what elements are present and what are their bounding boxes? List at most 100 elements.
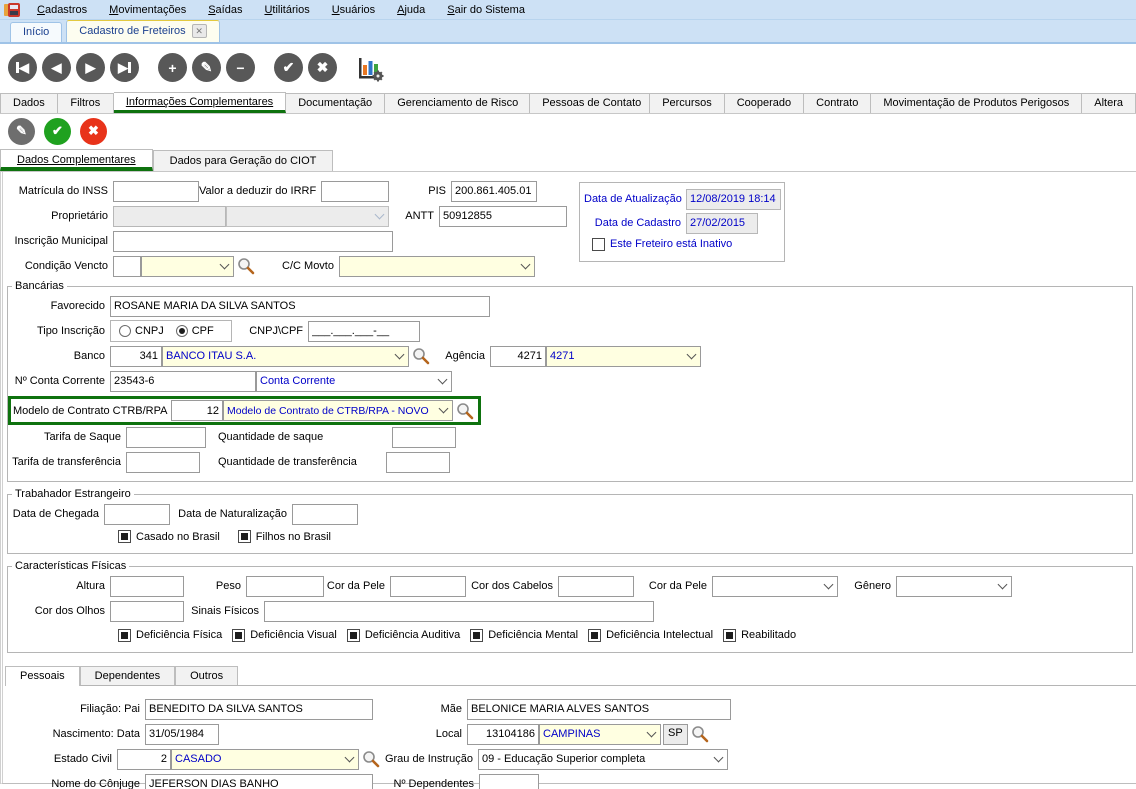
banco-code-field[interactable] xyxy=(110,346,162,367)
local-cidade-value: CAMPINAS xyxy=(543,728,644,740)
data-chegada-field[interactable] xyxy=(104,504,170,525)
cancel-icon[interactable]: ✖ xyxy=(308,53,337,82)
matricula-inss-field[interactable] xyxy=(113,181,199,202)
favorecido-field[interactable] xyxy=(110,296,490,317)
genero-combo[interactable] xyxy=(896,576,1012,597)
menu-usuarios[interactable]: Usuários xyxy=(321,2,386,18)
tab-filtros[interactable]: Filtros xyxy=(58,93,114,113)
agencia-code-field[interactable] xyxy=(490,346,546,367)
cnpj-radio[interactable] xyxy=(119,325,131,337)
nascimento-field[interactable] xyxy=(145,724,219,745)
grau-instrucao-combo[interactable]: 09 - Educação Superior completa xyxy=(478,749,728,770)
sinais-fisicos-field[interactable] xyxy=(264,601,654,622)
deficiencia-fisica-checkbox[interactable] xyxy=(118,629,131,642)
qtd-saque-field[interactable] xyxy=(392,427,456,448)
tab-documentacao[interactable]: Documentação xyxy=(286,93,385,113)
remove-icon[interactable]: − xyxy=(226,53,255,82)
tab-gerenciamento-risco[interactable]: Gerenciamento de Risco xyxy=(385,93,530,113)
tipo-conta-combo[interactable]: Conta Corrente xyxy=(256,371,452,392)
deficiencia-auditiva-checkbox[interactable] xyxy=(347,629,360,642)
peso-field[interactable] xyxy=(246,576,324,597)
condicao-vencto-code-field[interactable] xyxy=(113,256,141,277)
tab-dependentes[interactable]: Dependentes xyxy=(80,666,175,685)
local-code-field[interactable] xyxy=(467,724,539,745)
tab-pessoas-contato[interactable]: Pessoas de Contato xyxy=(530,93,650,113)
tab-dados[interactable]: Dados xyxy=(0,93,58,113)
first-record-icon[interactable]: ◀ xyxy=(8,53,37,82)
inscricao-municipal-field[interactable] xyxy=(113,231,393,252)
cancel-x-icon[interactable]: ✖ xyxy=(80,118,107,145)
save-check-icon[interactable]: ✔ xyxy=(44,118,71,145)
menu-ajuda[interactable]: Ajuda xyxy=(386,2,436,18)
antt-field[interactable] xyxy=(439,206,567,227)
tab-alteracoes[interactable]: Altera xyxy=(1082,93,1136,113)
close-tab-icon[interactable]: ✕ xyxy=(192,24,207,38)
menu-sair[interactable]: Sair do Sistema xyxy=(436,2,536,18)
deficiencia-intelectual-checkbox[interactable] xyxy=(588,629,601,642)
qtd-transferencia-field[interactable] xyxy=(386,452,450,473)
casado-brasil-checkbox[interactable] xyxy=(118,530,131,543)
tab-dados-complementares[interactable]: Dados Complementares xyxy=(0,149,153,171)
modelo-contrato-code-field[interactable] xyxy=(171,400,223,421)
edit-pencil-icon[interactable]: ✎ xyxy=(8,118,35,145)
cc-movto-combo[interactable] xyxy=(339,256,535,277)
tab-percursos[interactable]: Percursos xyxy=(650,93,725,113)
deficiencia-mental-checkbox[interactable] xyxy=(470,629,483,642)
last-record-icon[interactable]: ▶ xyxy=(110,53,139,82)
menu-cadastros[interactable]: Cadastros xyxy=(26,2,98,18)
mae-field[interactable] xyxy=(467,699,731,720)
tab-dados-ciot[interactable]: Dados para Geração do CIOT xyxy=(153,150,334,171)
local-cidade-combo[interactable]: CAMPINAS xyxy=(539,724,661,745)
menu-movimentacoes[interactable]: Movimentações xyxy=(98,2,197,18)
tarifa-saque-field[interactable] xyxy=(126,427,206,448)
pis-field[interactable] xyxy=(451,181,537,202)
condicao-vencto-combo[interactable] xyxy=(141,256,234,277)
window-tab-inicio[interactable]: Início xyxy=(10,22,62,42)
tab-informacoes-complementares[interactable]: Informações Complementares xyxy=(114,92,286,113)
reabilitado-checkbox[interactable] xyxy=(723,629,736,642)
tarifa-transferencia-field[interactable] xyxy=(126,452,200,473)
edit-icon[interactable]: ✎ xyxy=(192,53,221,82)
cor-olhos-field[interactable] xyxy=(110,601,184,622)
tab-contrato[interactable]: Contrato xyxy=(804,93,871,113)
search-magnifier-icon[interactable] xyxy=(412,347,430,365)
previous-record-icon[interactable]: ◀ xyxy=(42,53,71,82)
conta-corrente-field[interactable] xyxy=(110,371,256,392)
menu-utilitarios[interactable]: Utilitários xyxy=(253,2,320,18)
estado-civil-combo[interactable]: CASADO xyxy=(171,749,359,770)
chart-settings-icon[interactable] xyxy=(356,54,384,82)
conjuge-field[interactable] xyxy=(145,774,373,789)
irrf-field[interactable] xyxy=(321,181,389,202)
pai-field[interactable] xyxy=(145,699,373,720)
cpf-radio[interactable] xyxy=(176,325,188,337)
filhos-brasil-checkbox[interactable] xyxy=(238,530,251,543)
freteiro-inativo-checkbox[interactable] xyxy=(592,238,605,251)
cor-cabelos-field[interactable] xyxy=(558,576,634,597)
deficiencia-mental-label: Deficiência Mental xyxy=(488,629,578,641)
menu-saidas[interactable]: Saídas xyxy=(197,2,253,18)
confirm-icon[interactable]: ✔ xyxy=(274,53,303,82)
deficiencia-visual-checkbox[interactable] xyxy=(232,629,245,642)
estado-civil-code-field[interactable] xyxy=(117,749,171,770)
window-tab-cadastro-freteiros[interactable]: Cadastro de Freteiros ✕ xyxy=(66,20,219,42)
tab-pessoais[interactable]: Pessoais xyxy=(5,666,80,686)
add-icon[interactable]: + xyxy=(158,53,187,82)
search-magnifier-icon[interactable] xyxy=(362,750,380,768)
tab-outros[interactable]: Outros xyxy=(175,666,238,685)
search-magnifier-icon[interactable] xyxy=(456,402,474,420)
next-record-icon[interactable]: ▶ xyxy=(76,53,105,82)
tab-cooperado[interactable]: Cooperado xyxy=(725,93,804,113)
cor-pele-combo[interactable] xyxy=(712,576,838,597)
agencia-combo[interactable]: 4271 xyxy=(546,346,701,367)
data-naturalizacao-field[interactable] xyxy=(292,504,358,525)
cnpj-cpf-field[interactable] xyxy=(308,321,420,342)
modelo-contrato-combo[interactable]: Modelo de Contrato de CTRB/RPA - NOVO xyxy=(223,400,453,421)
cor-pele-field[interactable] xyxy=(390,576,466,597)
banco-combo[interactable]: BANCO ITAU S.A. xyxy=(162,346,409,367)
combo-chevron-icon xyxy=(714,752,724,762)
altura-field[interactable] xyxy=(110,576,184,597)
search-magnifier-icon[interactable] xyxy=(691,725,709,743)
tab-movimentacao-produtos-perigosos[interactable]: Movimentação de Produtos Perigosos xyxy=(871,93,1082,113)
search-magnifier-icon[interactable] xyxy=(237,257,255,275)
dependentes-field[interactable] xyxy=(479,774,539,789)
